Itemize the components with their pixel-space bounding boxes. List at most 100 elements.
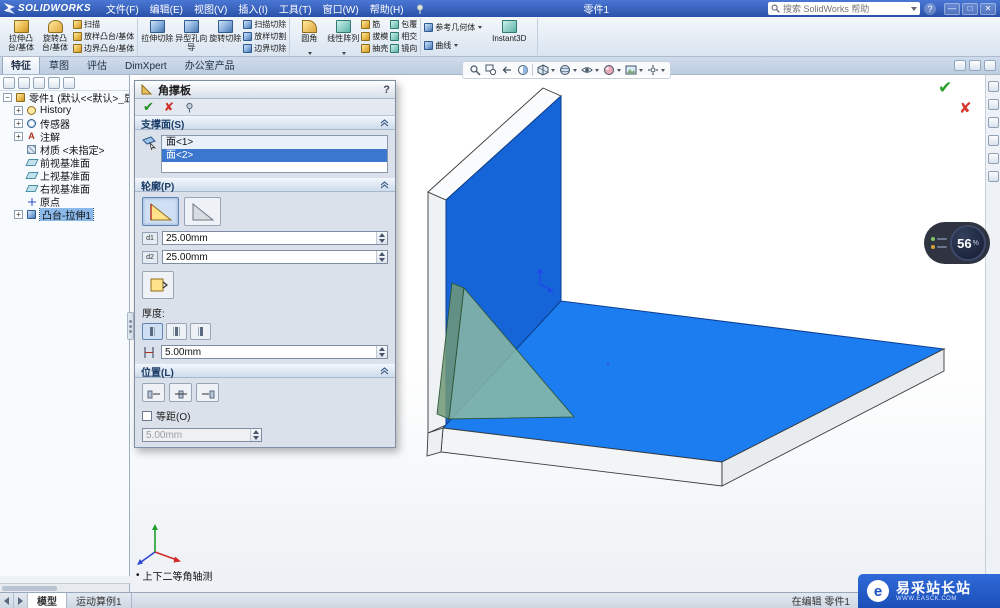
confirm-ok-button[interactable]: ✔	[938, 78, 952, 98]
menu-item-help[interactable]: 帮助(H)	[365, 0, 409, 17]
tree-item-material[interactable]: 材质 <未指定>	[0, 143, 129, 156]
wrap-button[interactable]: 包覆	[390, 19, 417, 30]
pm-ok-button[interactable]: ✔	[143, 99, 154, 115]
tree-horizontal-scrollbar[interactable]	[0, 583, 130, 592]
shell-button[interactable]: 抽壳	[361, 43, 388, 54]
pm-cancel-button[interactable]: ✘	[164, 100, 174, 114]
offset-spinner[interactable]	[250, 429, 261, 441]
tree-item-top-plane[interactable]: 上视基准面	[0, 169, 129, 182]
extrude-boss-button[interactable]: 拉伸凸台/基体	[5, 18, 37, 55]
menu-item-window[interactable]: 窗口(W)	[318, 0, 364, 17]
d2-spinner[interactable]	[376, 251, 387, 263]
display-style-dropdown-icon[interactable]	[573, 69, 577, 72]
reference-geometry-dropdown-icon[interactable]	[478, 26, 482, 29]
section-support-faces[interactable]: 支撑面(S)	[135, 116, 395, 130]
apply-scene-dropdown-icon[interactable]	[639, 69, 643, 72]
d1-input[interactable]: 25.00mm	[162, 231, 388, 245]
section-position[interactable]: 位置(L)	[135, 364, 395, 378]
reference-geometry-button[interactable]: 参考几何体	[424, 22, 482, 33]
hide-show-dropdown-icon[interactable]	[595, 69, 599, 72]
view-orientation-icon[interactable]	[536, 64, 549, 77]
menu-pin-icon[interactable]	[415, 4, 425, 14]
previous-view-icon[interactable]	[500, 64, 513, 77]
menu-item-insert[interactable]: 插入(I)	[233, 0, 272, 17]
split-view-icon[interactable]	[969, 60, 981, 71]
section-profile[interactable]: 轮廓(P)	[135, 178, 395, 192]
tab-model[interactable]: 模型	[28, 593, 67, 608]
expander-icon[interactable]: +	[14, 106, 23, 115]
fillet-button[interactable]: 圆角	[293, 18, 325, 55]
tab-motion-study[interactable]: 运动算例1	[67, 593, 132, 608]
thickness-input[interactable]: 5.00mm	[161, 345, 388, 359]
search-dropdown-icon[interactable]	[911, 7, 917, 11]
thickness-spinner[interactable]	[376, 346, 387, 358]
instant3d-button[interactable]: Instant3D	[484, 18, 534, 55]
tree-item-boss-extrude1[interactable]: + 凸台-拉伸1	[0, 208, 129, 221]
face-list-item-selected[interactable]: 面<2>	[162, 149, 387, 162]
four-view-icon[interactable]	[984, 60, 996, 71]
d1-spinner[interactable]	[376, 232, 387, 244]
search-input[interactable]	[783, 4, 908, 14]
single-view-icon[interactable]	[954, 60, 966, 71]
intersect-button[interactable]: 相交	[390, 31, 417, 42]
curves-dropdown-icon[interactable]	[454, 44, 458, 47]
position-end-button[interactable]	[196, 383, 219, 402]
tab-scroll-left-icon[interactable]	[0, 593, 14, 608]
tree-item-origin[interactable]: 原点	[0, 195, 129, 208]
face-list-item[interactable]: 面<1>	[162, 136, 387, 149]
mirror-button[interactable]: 镜向	[390, 43, 417, 54]
profile-polygonal-button[interactable]	[142, 197, 179, 226]
taskpane-design-library-icon[interactable]	[988, 99, 999, 110]
position-start-button[interactable]	[142, 383, 165, 402]
displaymanager-tab-icon[interactable]	[63, 77, 75, 89]
tree-item-history[interactable]: + History	[0, 104, 129, 117]
menu-item-view[interactable]: 视图(V)	[189, 0, 232, 17]
hide-show-items-icon[interactable]	[580, 64, 593, 77]
tab-office-products[interactable]: 办公室产品	[176, 54, 244, 74]
overlay-speed-dial[interactable]: 56 %	[924, 222, 990, 264]
tree-item-sensors[interactable]: + 传感器	[0, 117, 129, 130]
collapse-chevron-icon[interactable]	[380, 367, 389, 375]
confirm-cancel-button[interactable]: ✘	[959, 99, 972, 117]
profile-triangular-button[interactable]	[184, 197, 221, 226]
tree-item-front-plane[interactable]: 前视基准面	[0, 156, 129, 169]
boundary-cut-button[interactable]: 边界切除	[243, 43, 286, 54]
view-orientation-dropdown-icon[interactable]	[551, 69, 555, 72]
draft-button[interactable]: 拔模	[361, 31, 388, 42]
pm-pin-button[interactable]	[184, 102, 195, 113]
curves-button[interactable]: 曲线	[424, 40, 482, 51]
menu-item-edit[interactable]: 编辑(E)	[145, 0, 188, 17]
maximize-button[interactable]: □	[962, 3, 978, 15]
display-style-icon[interactable]	[558, 64, 571, 77]
linear-pattern-button[interactable]: 线性阵列	[327, 18, 359, 55]
taskpane-appearances-icon[interactable]	[988, 153, 999, 164]
tab-dimxpert[interactable]: DimXpert	[116, 58, 176, 74]
menu-item-tools[interactable]: 工具(T)	[274, 0, 317, 17]
position-middle-button[interactable]	[169, 383, 192, 402]
taskpane-view-palette-icon[interactable]	[988, 135, 999, 146]
apply-scene-icon[interactable]	[624, 64, 637, 77]
expander-icon[interactable]: −	[3, 93, 12, 102]
hole-wizard-button[interactable]: 异型孔向导	[175, 18, 207, 55]
thickness-second-side-button[interactable]	[190, 323, 211, 340]
collapse-chevron-icon[interactable]	[380, 119, 389, 127]
featuremanager-tab-icon[interactable]	[3, 77, 15, 89]
propertymanager-tab-icon[interactable]	[18, 77, 30, 89]
menu-item-file[interactable]: 文件(F)	[101, 0, 144, 17]
rib-button[interactable]: 筋	[361, 19, 388, 30]
lofted-cut-button[interactable]: 放样切割	[243, 31, 286, 42]
tree-item-part-root[interactable]: − 零件1 (默认<<默认>_显示状	[0, 91, 129, 104]
section-view-icon[interactable]	[516, 64, 529, 77]
sweep-button[interactable]: 扫描	[73, 19, 134, 30]
taskpane-custom-properties-icon[interactable]	[988, 171, 999, 182]
revolve-boss-button[interactable]: 旋转凸台/基体	[39, 18, 71, 55]
tab-sketch[interactable]: 草图	[40, 54, 78, 74]
help-icon[interactable]: ?	[924, 3, 936, 15]
panel-splitter-handle[interactable]	[127, 312, 134, 340]
edit-appearance-icon[interactable]	[602, 64, 615, 77]
thickness-both-sides-button[interactable]	[166, 323, 187, 340]
scrollbar-thumb[interactable]	[2, 586, 57, 591]
expander-icon[interactable]: +	[14, 210, 23, 219]
expander-icon[interactable]: +	[14, 119, 23, 128]
tab-evaluate[interactable]: 评估	[78, 54, 116, 74]
